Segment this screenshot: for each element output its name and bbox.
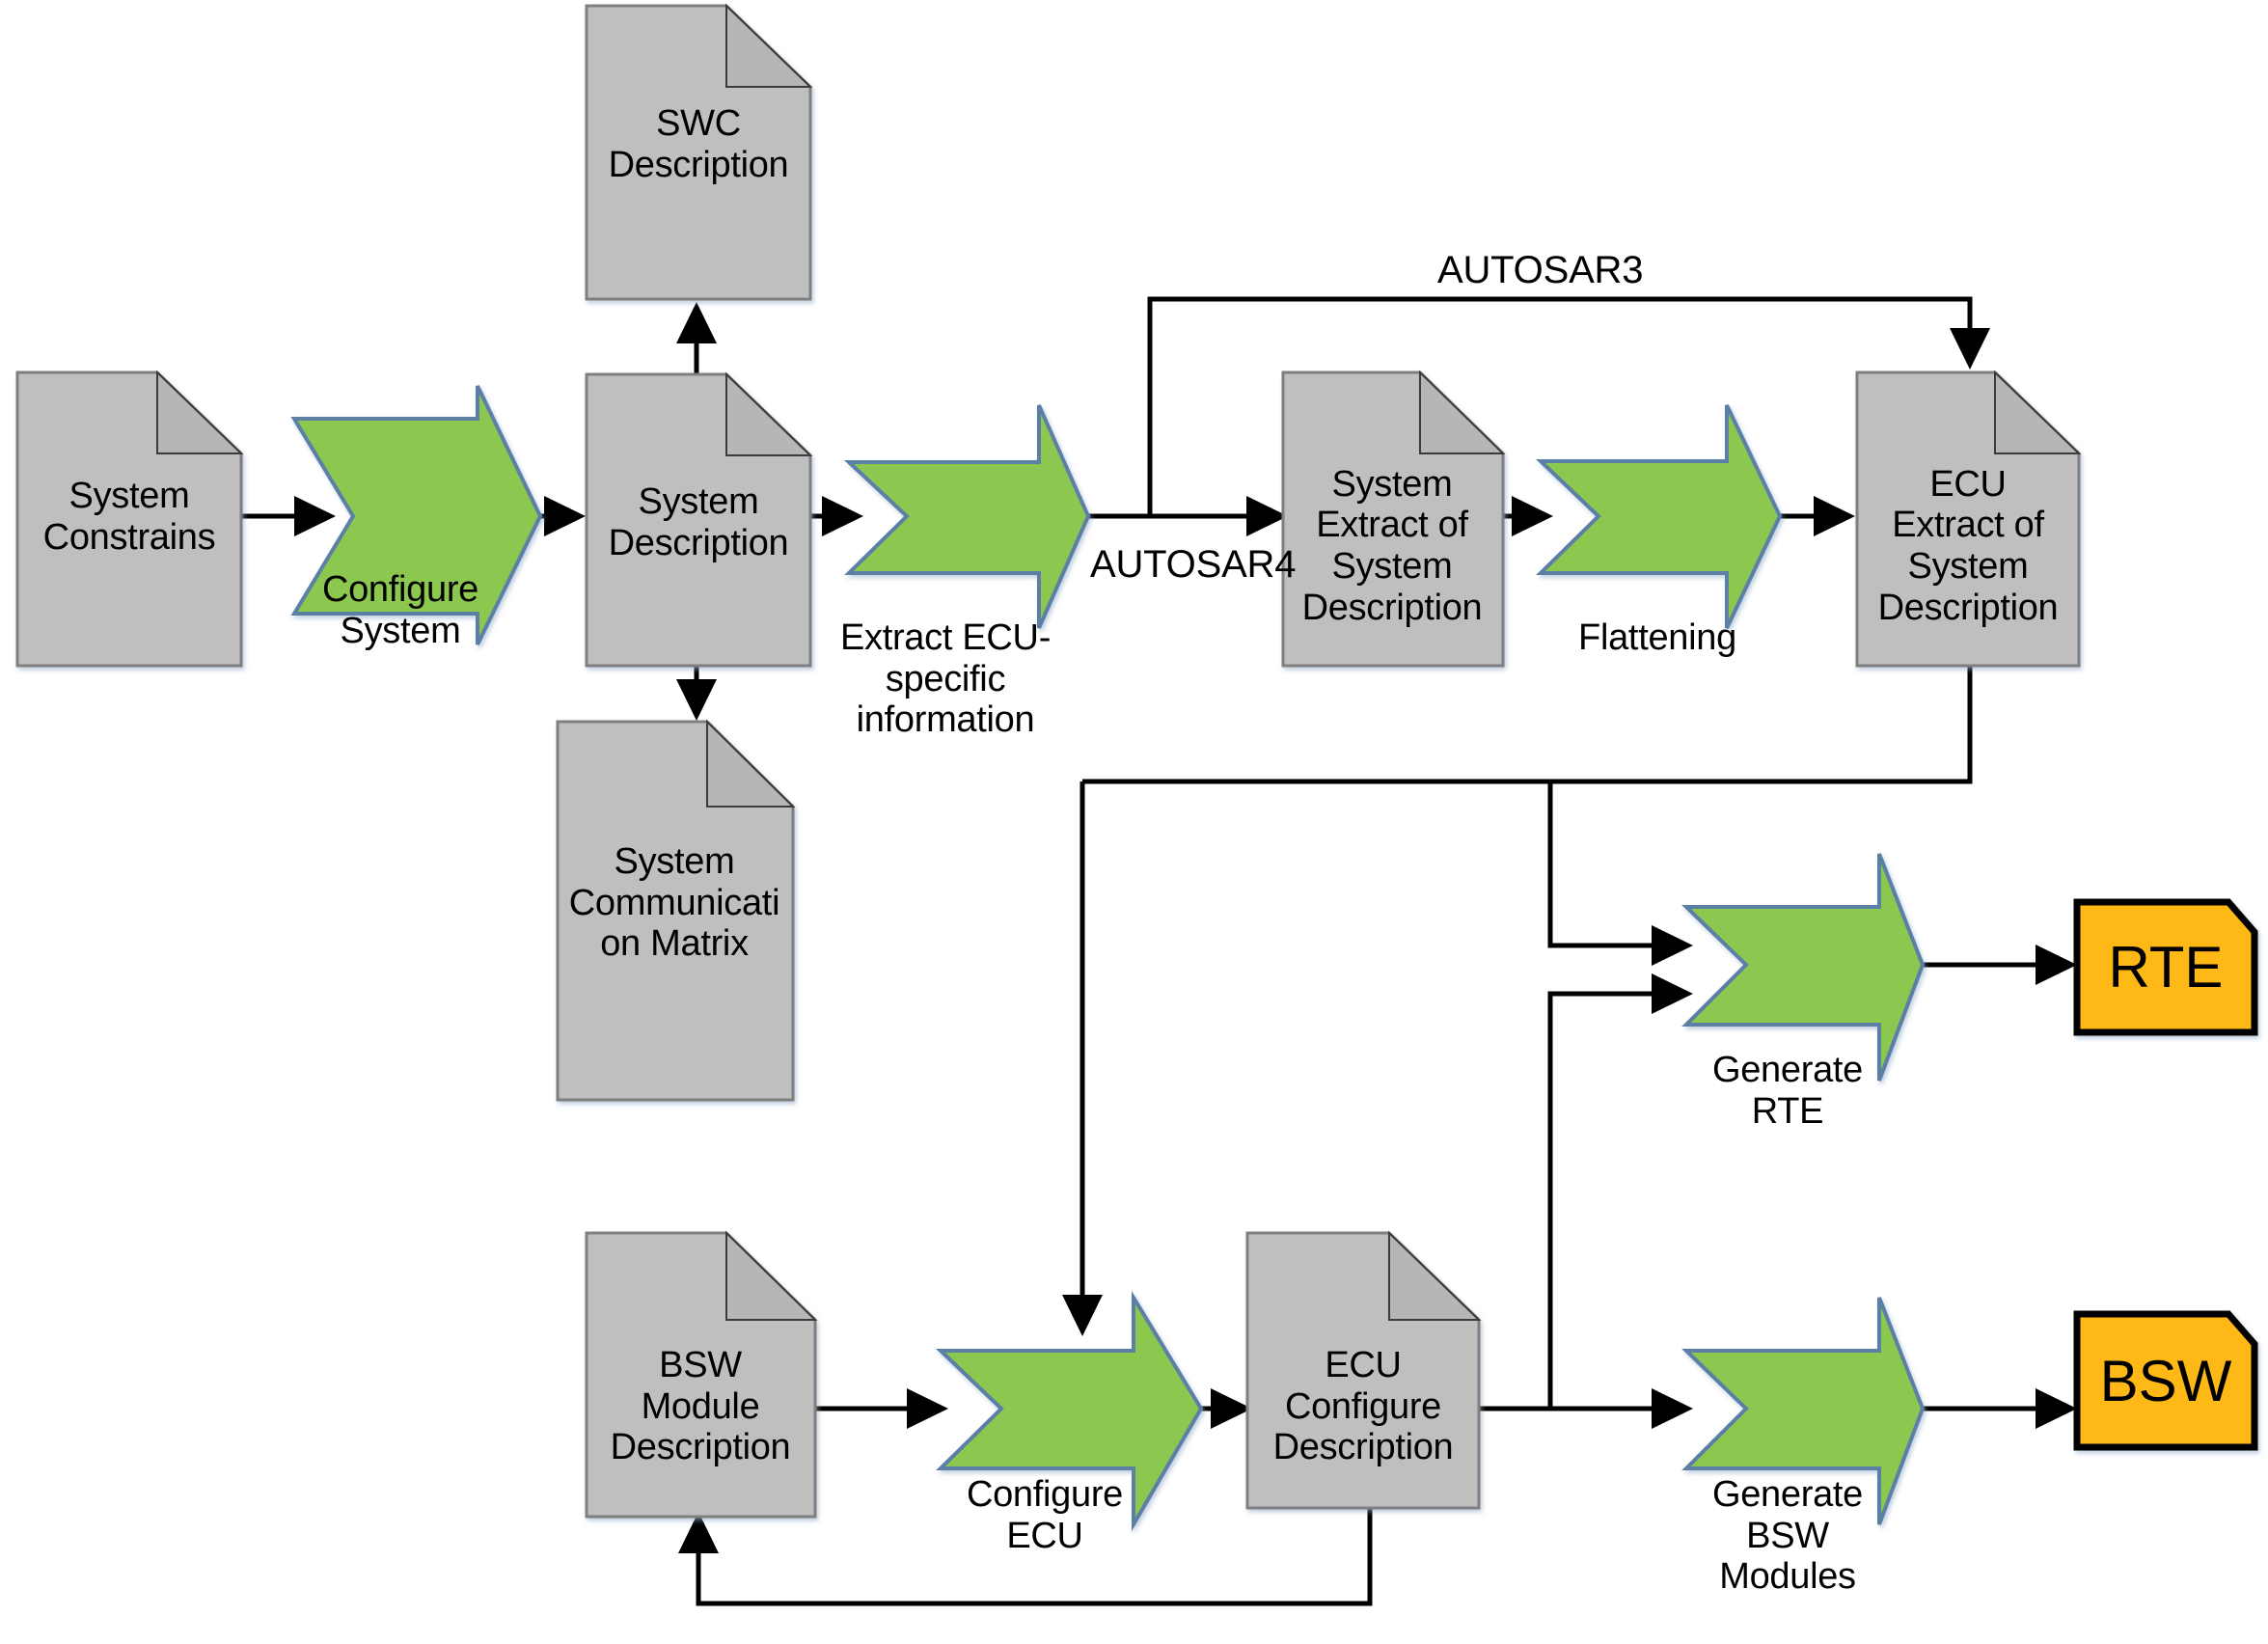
- document-ecu-extract-of-system-description[interactable]: [1855, 370, 2082, 668]
- label-line: Extract ECU-: [839, 617, 1052, 658]
- document-ecu-configure-description[interactable]: [1245, 1230, 1482, 1510]
- label-configure-system: Configure System: [289, 569, 511, 651]
- document-bsw-module-description[interactable]: [585, 1230, 818, 1519]
- label-line: RTE: [1751, 1090, 1824, 1132]
- shape-layer: [15, 3, 2258, 1532]
- chip-text: BSW: [2099, 1348, 2232, 1413]
- process-extract-ecu-specific-information[interactable]: [843, 404, 1091, 629]
- document-system-constrains[interactable]: [15, 370, 244, 668]
- edge-text: AUTOSAR3: [1437, 249, 1644, 291]
- label-line: Generate: [1711, 1474, 1864, 1515]
- process-flattening[interactable]: [1535, 404, 1783, 629]
- document-system-description[interactable]: [585, 371, 813, 668]
- label-flattening: Flattening: [1532, 617, 1783, 659]
- label-line: Configure: [321, 569, 479, 610]
- label-bsw: BSW: [2077, 1314, 2254, 1447]
- document-system-extract-of-system-description[interactable]: [1281, 370, 1506, 668]
- label-extract-ecu-specific-information: Extract ECU- specific information: [825, 617, 1066, 741]
- label-line: Configure: [966, 1474, 1124, 1515]
- label-rte: RTE: [2077, 902, 2254, 1032]
- process-generate-rte[interactable]: [1681, 853, 1926, 1082]
- label-line: BSW: [1746, 1515, 1829, 1556]
- label-line: System: [340, 610, 461, 651]
- label-autosar4: AUTOSAR4: [1090, 543, 1296, 587]
- label-line: Generate: [1711, 1050, 1864, 1090]
- label-line: Modules: [1719, 1556, 1856, 1598]
- label-line: specific: [885, 658, 1006, 699]
- label-line: Flattening: [1578, 617, 1736, 658]
- label-generate-rte: Generate RTE: [1677, 1050, 1899, 1132]
- diagram-canvas: System Constrains SWC Description System…: [0, 0, 2268, 1644]
- chip-text: RTE: [2108, 935, 2224, 1000]
- label-autosar3: AUTOSAR3: [1437, 249, 1643, 292]
- edge-text: AUTOSAR4: [1090, 543, 1297, 586]
- label-configure-ecu: Configure ECU: [934, 1474, 1156, 1556]
- label-generate-bsw-modules: Generate BSW Modules: [1677, 1474, 1899, 1598]
- label-line: information: [856, 699, 1035, 741]
- label-line: ECU: [1006, 1515, 1083, 1556]
- document-system-communication-matrix[interactable]: [556, 719, 796, 1102]
- document-swc-description[interactable]: [585, 3, 813, 301]
